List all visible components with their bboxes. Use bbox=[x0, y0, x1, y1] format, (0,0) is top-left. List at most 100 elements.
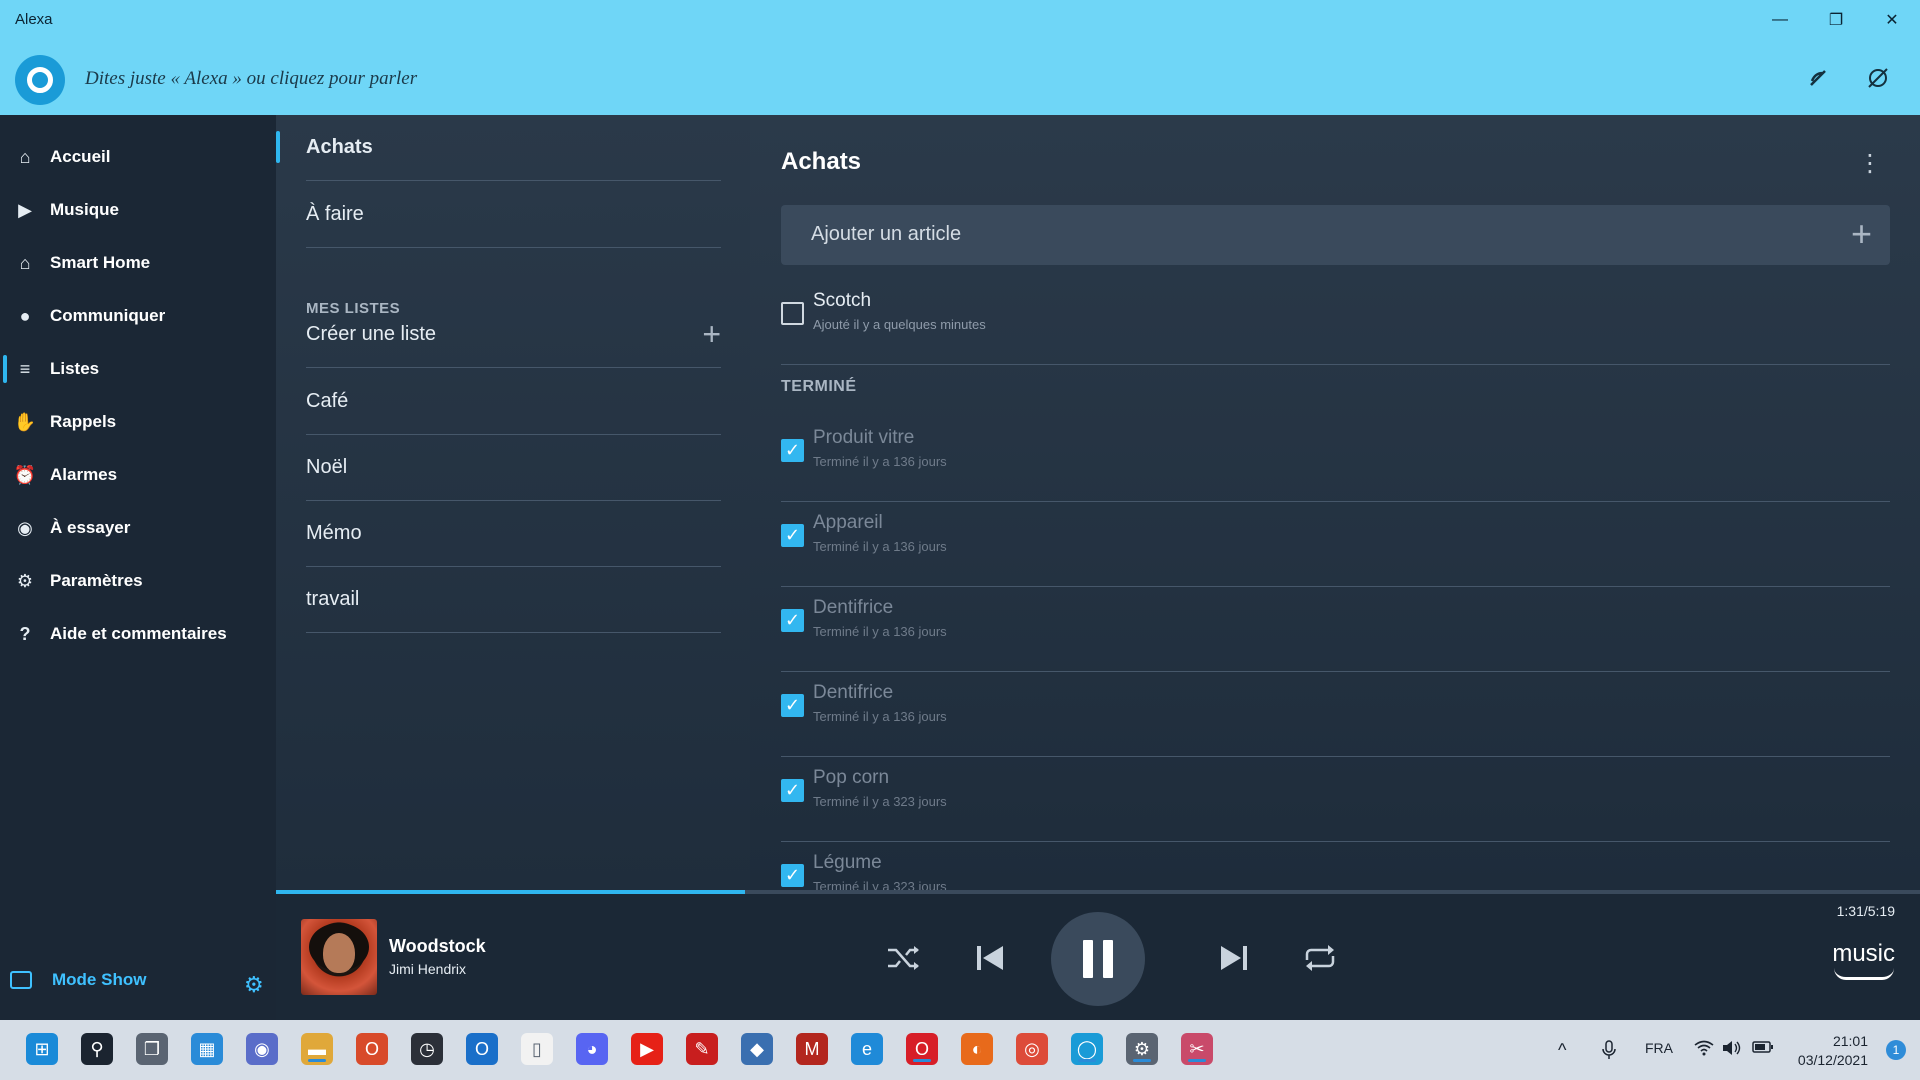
close-button[interactable]: ✕ bbox=[1864, 0, 1920, 40]
sidebar-item-smart-home[interactable]: ⌂ Smart Home bbox=[0, 243, 276, 283]
windows-start-icon[interactable]: ⊞ bbox=[26, 1033, 58, 1065]
discord-icon[interactable]: ◕ bbox=[576, 1033, 608, 1065]
sidebar-item-label: À essayer bbox=[50, 518, 131, 537]
do-not-disturb-icon[interactable] bbox=[1804, 64, 1832, 92]
red-app-icon[interactable]: ✎ bbox=[686, 1033, 718, 1065]
progress-track[interactable] bbox=[276, 890, 1920, 894]
task-view-icon[interactable]: ❐ bbox=[136, 1033, 168, 1065]
running-indicator bbox=[308, 1059, 326, 1062]
notification-badge[interactable]: 1 bbox=[1886, 1040, 1906, 1060]
widgets-icon[interactable]: ▦ bbox=[191, 1033, 223, 1065]
custom-list-item[interactable]: travail bbox=[306, 567, 721, 633]
app-header: Alexa — ❐ ✕ Dites juste « Alexa » ou cli… bbox=[0, 0, 1920, 115]
microphone-tray-icon[interactable] bbox=[1602, 1040, 1616, 1063]
sidebar-item-listes[interactable]: ≡ Listes bbox=[0, 349, 276, 389]
music-logo-smile bbox=[1833, 968, 1894, 980]
sidebar-item-musique[interactable]: ▶ Musique bbox=[0, 190, 276, 230]
sidebar-item-paramètres[interactable]: ⚙ Paramètres bbox=[0, 561, 276, 601]
list-shopping[interactable]: Achats bbox=[276, 115, 721, 181]
running-indicator bbox=[1133, 1059, 1151, 1062]
clock-time: 21:01 bbox=[1832, 1033, 1868, 1049]
completed-item-row[interactable]: ✓ Dentifrice Terminé il y a 136 jours bbox=[781, 587, 1890, 672]
more-options-icon[interactable]: ⋮ bbox=[1858, 149, 1882, 178]
mic-off-icon[interactable] bbox=[1864, 64, 1892, 92]
office-icon[interactable]: O bbox=[356, 1033, 388, 1065]
album-art[interactable] bbox=[301, 919, 377, 995]
sidebar-item-communiquer[interactable]: ● Communiquer bbox=[0, 296, 276, 336]
item-checkbox[interactable] bbox=[781, 302, 804, 325]
item-name: Pop corn bbox=[813, 767, 890, 788]
completed-item-row[interactable]: ✓ Dentifrice Terminé il y a 136 jours bbox=[781, 672, 1890, 757]
youtube-icon[interactable]: ▶ bbox=[631, 1033, 663, 1065]
settings-icon[interactable]: ⚙ bbox=[1126, 1033, 1158, 1065]
completed-item-row[interactable]: ✓ Produit vitre Terminé il y a 136 jours bbox=[781, 417, 1890, 502]
music-logo-text: music bbox=[1832, 940, 1895, 967]
add-item-plus-icon[interactable]: + bbox=[1851, 213, 1872, 255]
pause-button[interactable] bbox=[1051, 912, 1145, 1006]
snipping-tool-icon[interactable]: ✂ bbox=[1181, 1033, 1213, 1065]
item-checkbox[interactable]: ✓ bbox=[781, 609, 804, 632]
mode-show-button[interactable]: Mode Show bbox=[10, 970, 146, 990]
network-app-icon[interactable]: ◆ bbox=[741, 1033, 773, 1065]
create-list-button[interactable]: Créer une liste + bbox=[306, 302, 721, 368]
outlook-icon[interactable]: O bbox=[466, 1033, 498, 1065]
item-name: Appareil bbox=[813, 512, 883, 533]
sidebar-item-accueil[interactable]: ⌂ Accueil bbox=[0, 137, 276, 177]
restore-button[interactable]: ❐ bbox=[1808, 0, 1864, 40]
list-todo[interactable]: À faire bbox=[306, 182, 721, 248]
list-title: Achats bbox=[781, 148, 862, 175]
item-timestamp: Terminé il y a 136 jours bbox=[813, 709, 947, 724]
alexa-taskbar-icon[interactable]: ◯ bbox=[1071, 1033, 1103, 1065]
sidebar-item-rappels[interactable]: ✋ Rappels bbox=[0, 402, 276, 442]
wifi-icon[interactable] bbox=[1694, 1040, 1714, 1059]
item-checkbox[interactable]: ✓ bbox=[781, 779, 804, 802]
next-track-icon[interactable] bbox=[1210, 934, 1258, 982]
sidebar-item-label: Musique bbox=[50, 200, 119, 219]
completed-item-row[interactable]: ✓ Appareil Terminé il y a 136 jours bbox=[781, 502, 1890, 587]
alexa-voice-button[interactable] bbox=[15, 55, 65, 105]
completed-item-row[interactable]: ✓ Légume Terminé il y a 323 jours bbox=[781, 842, 1890, 890]
tray-chevron-icon[interactable]: ^ bbox=[1558, 1040, 1566, 1061]
taskbar-clock[interactable]: 21:01 03/12/2021 bbox=[1798, 1032, 1868, 1070]
sidebar-item-alarmes[interactable]: ⏰ Alarmes bbox=[0, 455, 276, 495]
repeat-icon[interactable] bbox=[1296, 934, 1344, 982]
sidebar-item-label: Aide et commentaires bbox=[50, 624, 227, 643]
voice-prompt[interactable]: Dites juste « Alexa » ou cliquez pour pa… bbox=[85, 68, 417, 90]
item-checkbox[interactable]: ✓ bbox=[781, 524, 804, 547]
language-indicator[interactable]: FRA bbox=[1645, 1040, 1673, 1056]
item-checkbox[interactable]: ✓ bbox=[781, 864, 804, 887]
clock-app-icon[interactable]: ◷ bbox=[411, 1033, 443, 1065]
search-icon[interactable]: ⚲ bbox=[81, 1033, 113, 1065]
volume-icon[interactable] bbox=[1722, 1040, 1742, 1059]
previous-track-icon[interactable] bbox=[966, 934, 1014, 982]
sidebar-item-à-essayer[interactable]: ◉ À essayer bbox=[0, 508, 276, 548]
battery-icon[interactable] bbox=[1752, 1040, 1774, 1057]
active-item-row[interactable]: Scotch Ajouté il y a quelques minutes bbox=[781, 280, 1890, 365]
custom-list-item[interactable]: Noël bbox=[306, 435, 721, 501]
notepad-icon[interactable]: ▯ bbox=[521, 1033, 553, 1065]
firefox-icon[interactable]: ◐ bbox=[961, 1033, 993, 1065]
custom-list-item[interactable]: Mémo bbox=[306, 501, 721, 567]
custom-list-item[interactable]: Café bbox=[306, 369, 721, 435]
edge-icon[interactable]: e bbox=[851, 1033, 883, 1065]
sidebar-item-aide-et-commentaires[interactable]: ? Aide et commentaires bbox=[0, 614, 276, 654]
mode-show-label: Mode Show bbox=[52, 970, 147, 989]
chat-icon: ● bbox=[19, 305, 31, 326]
shuffle-icon[interactable] bbox=[880, 934, 928, 982]
file-explorer-icon[interactable]: ▬ bbox=[301, 1033, 333, 1065]
sidebar-item-label: Listes bbox=[50, 359, 100, 378]
item-checkbox[interactable]: ✓ bbox=[781, 694, 804, 717]
hand-icon: ✋ bbox=[13, 411, 37, 432]
item-checkbox[interactable]: ✓ bbox=[781, 439, 804, 462]
minimize-button[interactable]: — bbox=[1752, 0, 1808, 40]
album-art-face bbox=[323, 933, 355, 973]
add-item-input[interactable]: Ajouter un article + bbox=[781, 205, 1890, 265]
completed-item-row[interactable]: ✓ Pop corn Terminé il y a 323 jours bbox=[781, 757, 1890, 842]
opera-icon[interactable]: O bbox=[906, 1033, 938, 1065]
mode-show-settings-gear-icon[interactable]: ⚙ bbox=[244, 972, 264, 998]
list-label: travail bbox=[306, 588, 360, 610]
chrome-icon[interactable]: ◎ bbox=[1016, 1033, 1048, 1065]
teams-chat-icon[interactable]: ◉ bbox=[246, 1033, 278, 1065]
media-app-icon[interactable]: M bbox=[796, 1033, 828, 1065]
item-name: Scotch bbox=[813, 290, 872, 311]
